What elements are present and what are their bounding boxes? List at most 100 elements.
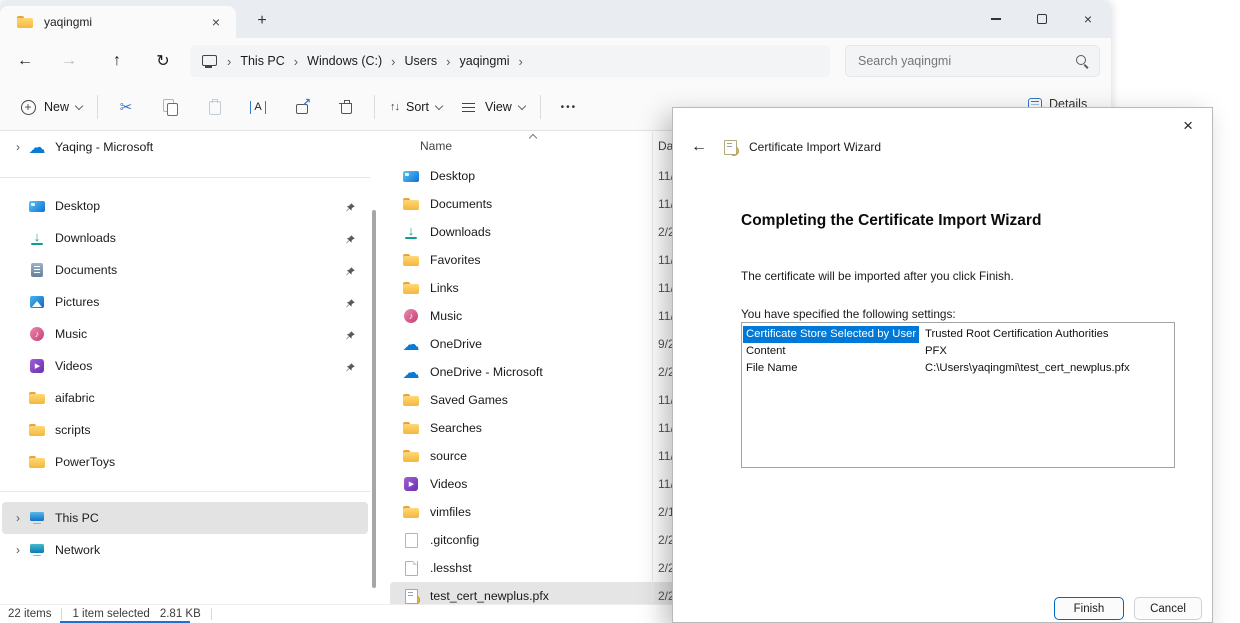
file-row-searches[interactable]: Searches11/ (390, 414, 682, 442)
maximize-icon (1037, 14, 1047, 24)
folder-icon (402, 279, 420, 297)
breadcrumb-segment-windows-c[interactable]: Windows (C:) (307, 54, 382, 68)
folder-icon (28, 421, 46, 439)
dialog-back-icon[interactable]: ← (687, 138, 711, 156)
sidebar-item-label: Music (55, 327, 87, 341)
folder-icon (16, 13, 34, 31)
sidebar-item-music[interactable]: Music (2, 318, 368, 350)
view-button[interactable]: View (451, 90, 534, 124)
file-name: vimfiles (430, 505, 471, 519)
rename-button[interactable] (236, 90, 280, 124)
file-row-vimfiles[interactable]: vimfiles2/1 (390, 498, 682, 526)
dialog-close-icon[interactable]: × (1177, 114, 1199, 138)
sidebar-item-scripts[interactable]: scripts (2, 414, 368, 446)
up-button[interactable]: ↑ (100, 44, 134, 78)
breadcrumb-chevron-icon[interactable]: › (519, 54, 523, 69)
sidebar-item-label: scripts (55, 423, 91, 437)
pin-icon (345, 360, 356, 378)
delete-button[interactable] (324, 90, 368, 124)
file-name: test_cert_newplus.pfx (430, 589, 549, 603)
file-row-music[interactable]: Music11/ (390, 302, 682, 330)
search-box[interactable] (845, 45, 1100, 77)
sidebar-item-yaqing-microsoft[interactable]: ›Yaqing - Microsoft (2, 131, 368, 163)
forward-button[interactable]: → (52, 44, 86, 78)
file-list: Name Da Desktop11/Documents11/Downloads2… (390, 131, 682, 604)
breadcrumb-segment-users[interactable]: Users (405, 54, 438, 68)
sort-button[interactable]: ↑↓ Sort (381, 90, 451, 124)
chevron-right-icon[interactable]: › (8, 140, 28, 154)
chevron-right-icon[interactable]: › (8, 511, 28, 525)
chevron-right-icon[interactable]: › (8, 543, 28, 557)
share-button[interactable] (280, 90, 324, 124)
close-window-button[interactable]: × (1065, 0, 1111, 38)
breadcrumb-chevron-icon[interactable]: › (391, 54, 395, 69)
setting-row-certificate-store-selected-by-user[interactable]: Certificate Store Selected by UserTruste… (743, 326, 1173, 343)
sidebar-item-desktop[interactable]: Desktop (2, 190, 368, 222)
sidebar-item-downloads[interactable]: Downloads (2, 222, 368, 254)
music-icon (402, 307, 420, 325)
file-row-links[interactable]: Links11/ (390, 274, 682, 302)
file-row-downloads[interactable]: Downloads2/2 (390, 218, 682, 246)
pin-icon (345, 328, 356, 346)
breadcrumb-chevron-icon[interactable]: › (227, 54, 231, 69)
breadcrumb-segment-yaqingmi[interactable]: yaqingmi (460, 54, 510, 68)
screen: yaqingmi × + × ← → ↑ ↻ ›This PC›Windows … (0, 0, 1240, 623)
file-row-saved-games[interactable]: Saved Games11/ (390, 386, 682, 414)
new-button-label: New (44, 100, 69, 114)
column-header-name[interactable]: Name (420, 139, 452, 153)
more-icon: ••• (561, 102, 578, 113)
sidebar-item-documents[interactable]: Documents (2, 254, 368, 286)
file-name: source (430, 449, 467, 463)
settings-label: You have specified the following setting… (741, 307, 956, 321)
breadcrumb-chevron-icon[interactable]: › (294, 54, 298, 69)
tab-close-icon[interactable]: × (208, 14, 224, 30)
file-row-source[interactable]: source11/ (390, 442, 682, 470)
selection-size: 2.81 KB (160, 608, 201, 620)
finish-button[interactable]: Finish (1054, 597, 1124, 620)
file-row-documents[interactable]: Documents11/ (390, 190, 682, 218)
file-row-desktop[interactable]: Desktop11/ (390, 162, 682, 190)
file-row-favorites[interactable]: Favorites11/ (390, 246, 682, 274)
rename-icon (250, 101, 266, 114)
pin-icon (345, 232, 356, 250)
sidebar-scrollbar[interactable] (372, 210, 376, 588)
sidebar-item-powertoys[interactable]: PowerToys (2, 446, 368, 478)
more-options-button[interactable]: ••• (547, 90, 591, 124)
sidebar-item-videos[interactable]: Videos (2, 350, 368, 382)
file-name: OneDrive - Microsoft (430, 365, 543, 379)
setting-row-file-name[interactable]: File NameC:\Users\yaqingmi\test_cert_new… (743, 360, 1173, 377)
status-divider (211, 608, 212, 620)
search-input[interactable] (850, 54, 1073, 68)
new-button[interactable]: New (10, 90, 91, 124)
breadcrumb-chevron-icon[interactable]: › (446, 54, 450, 69)
cancel-button[interactable]: Cancel (1134, 597, 1202, 620)
copy-button[interactable] (148, 90, 192, 124)
new-tab-button[interactable]: + (248, 8, 276, 34)
pin-icon (345, 200, 356, 218)
sidebar-item-network[interactable]: ›Network (2, 534, 368, 566)
file-row-videos[interactable]: Videos11/ (390, 470, 682, 498)
file-row-onedrive-microsoft[interactable]: OneDrive - Microsoft2/2 (390, 358, 682, 386)
file-row-lesshst[interactable]: .lesshst2/2 (390, 554, 682, 582)
file-row-gitconfig[interactable]: .gitconfig2/2 (390, 526, 682, 554)
sidebar-item-this-pc[interactable]: ›This PC (2, 502, 368, 534)
file-row-onedrive[interactable]: OneDrive9/2 (390, 330, 682, 358)
setting-row-content[interactable]: ContentPFX (743, 343, 1173, 360)
status-divider (61, 608, 62, 620)
sidebar-item-pictures[interactable]: Pictures (2, 286, 368, 318)
cut-button[interactable]: ✂ (104, 90, 148, 124)
folder-icon (402, 419, 420, 437)
desktop-icon (402, 167, 420, 185)
paste-button[interactable] (192, 90, 236, 124)
sidebar-item-label: aifabric (55, 391, 95, 405)
sidebar-item-aifabric[interactable]: aifabric (2, 382, 368, 414)
minimize-button[interactable] (973, 0, 1019, 38)
breadcrumb-segment-this-pc[interactable]: This PC (240, 54, 284, 68)
explorer-tab[interactable]: yaqingmi × (0, 6, 236, 38)
refresh-button[interactable]: ↻ (146, 44, 180, 78)
back-button[interactable]: ← (8, 44, 42, 78)
copy-icon (161, 98, 179, 116)
maximize-button[interactable] (1019, 0, 1065, 38)
sidebar-item-label: Pictures (55, 295, 99, 309)
dialog-header: ← Certificate Import Wizard (687, 138, 881, 156)
